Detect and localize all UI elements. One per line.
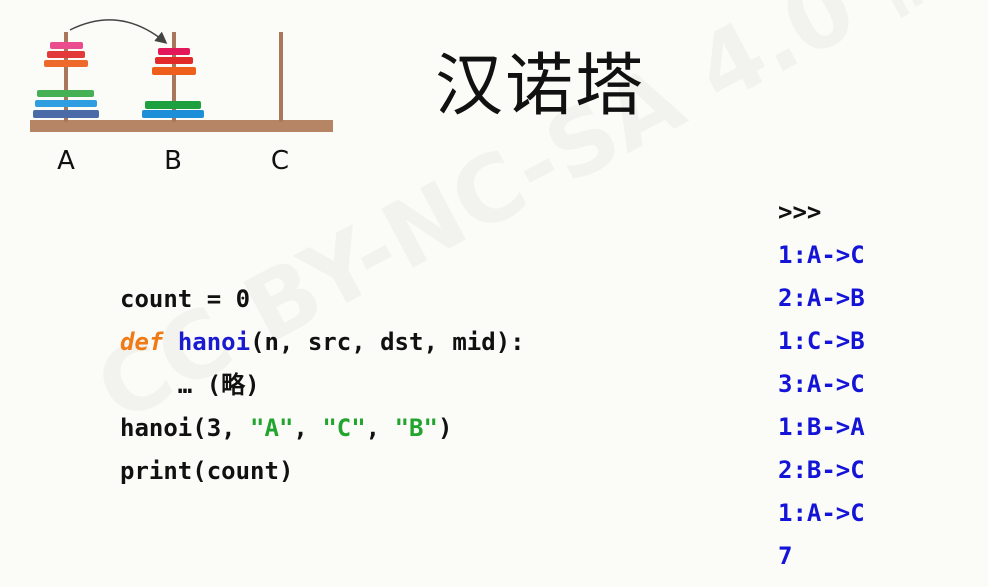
hanoi-illustration	[30, 19, 333, 132]
output-line: 1:A->C	[778, 241, 865, 269]
disk	[50, 42, 83, 49]
code-text: count = 0	[120, 285, 251, 313]
string-literal: "C"	[322, 414, 366, 442]
disk	[152, 67, 196, 75]
peg-label-b: B	[164, 146, 182, 176]
code-line: print(count)	[120, 452, 525, 495]
disk	[155, 57, 193, 64]
output-line: 2:A->B	[778, 284, 865, 312]
code-line: count = 0	[120, 280, 525, 323]
console-output: >>> 1:A->C 2:A->B 1:C->B 3:A->C 1:B->A 2…	[778, 193, 865, 580]
output-line: 7	[778, 542, 793, 570]
disk	[158, 48, 190, 55]
disk	[44, 60, 88, 67]
output-line: 1:B->A	[778, 413, 865, 441]
output-line: 2:B->C	[778, 456, 865, 484]
code-text: (n, src, dst, mid):	[250, 328, 525, 356]
code-text: hanoi(3,	[120, 414, 251, 442]
disk	[145, 101, 201, 109]
string-literal: "B"	[394, 414, 438, 442]
disk	[47, 51, 85, 58]
disk	[35, 100, 97, 107]
tower-base	[30, 120, 333, 132]
code-text: ,	[365, 414, 395, 442]
slide-title: 汉诺塔	[434, 47, 645, 126]
rod-c	[279, 32, 283, 122]
code-line: … (略)	[120, 366, 525, 409]
code-text: print(count)	[120, 457, 294, 485]
code-line: def hanoi(n, src, dst, mid):	[120, 323, 525, 366]
code-text: )	[437, 414, 453, 442]
output-line: 1:C->B	[778, 327, 865, 355]
output-line: 1:A->C	[778, 499, 865, 527]
peg-label-c: C	[270, 146, 290, 176]
disk	[37, 90, 94, 97]
code-line: hanoi(3, "A", "C", "B")	[120, 409, 525, 452]
code-text: ,	[293, 414, 323, 442]
code-block: count = 0 def hanoi(n, src, dst, mid): ……	[120, 280, 525, 495]
string-literal: "A"	[250, 414, 294, 442]
peg-label-a: A	[57, 146, 75, 176]
move-arrow	[69, 19, 168, 44]
code-text: … (略)	[120, 371, 260, 399]
disk	[142, 110, 204, 118]
function-name: hanoi	[177, 328, 251, 356]
output-line: 3:A->C	[778, 370, 865, 398]
console-prompt: >>>	[778, 198, 822, 226]
disk	[33, 110, 99, 118]
keyword-def: def	[120, 328, 164, 356]
